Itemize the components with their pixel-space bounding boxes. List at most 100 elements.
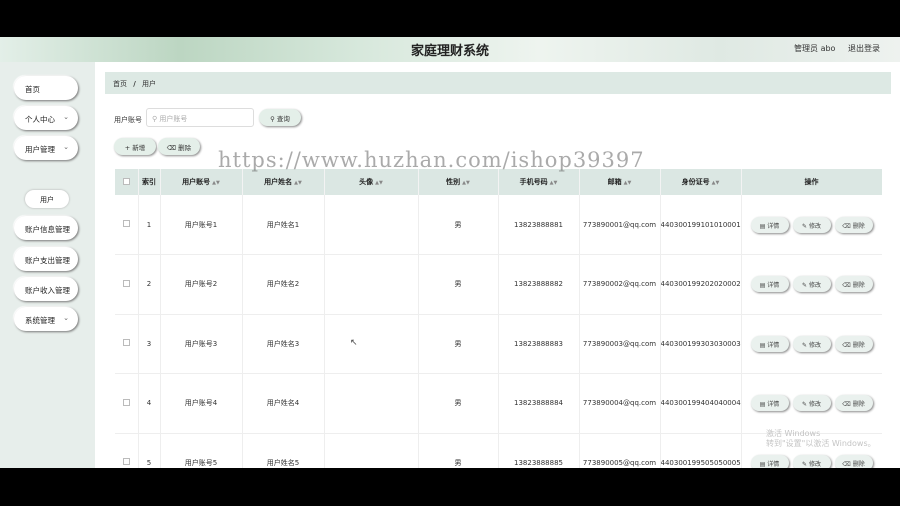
- row-checkbox[interactable]: [122, 279, 130, 287]
- cell-id-card: 440300199303030003: [660, 314, 742, 374]
- sidebar-item-label: 账户收入管理: [25, 286, 70, 295]
- detail-button[interactable]: ▤ 详情: [750, 335, 789, 352]
- edit-button[interactable]: ✎ 修改: [792, 395, 831, 412]
- breadcrumb-separator: /: [133, 80, 136, 88]
- cell-name: 用户姓名3: [242, 314, 325, 374]
- row-checkbox[interactable]: [122, 220, 130, 227]
- edit-button[interactable]: ✎ 修改: [792, 276, 831, 293]
- row-checkbox[interactable]: [122, 398, 130, 406]
- row-delete-button[interactable]: ⌫ 删除: [834, 335, 873, 352]
- search-placeholder: 用户账号: [159, 115, 188, 123]
- table-row: 3 用户账号3 用户姓名3 男 13823888883 773890003@qq.com 4…: [115, 314, 882, 374]
- column-header-phone[interactable]: 手机号码 ▲▼: [498, 169, 580, 195]
- row-delete-button[interactable]: ⌫ 删除: [834, 454, 873, 468]
- cell-avatar: [324, 433, 419, 468]
- sort-icon: ▲▼: [294, 180, 302, 186]
- edit-button-label: 修改: [808, 460, 821, 468]
- row-checkbox[interactable]: [122, 339, 130, 347]
- pencil-icon: ✎: [802, 460, 809, 468]
- app-title: 家庭理财系统: [410, 44, 489, 59]
- cell-email: 773890004@qq.com: [579, 373, 661, 434]
- cell-account: 用户账号4: [160, 373, 243, 434]
- row-checkbox-cell: [115, 314, 139, 374]
- sidebar-item-label: 首页: [25, 85, 40, 94]
- column-header-account[interactable]: 用户账号 ▲▼: [160, 169, 243, 195]
- row-checkbox-cell: [115, 433, 139, 468]
- sidebar-item-label: 用户管理: [25, 145, 55, 154]
- watermark-text: https://www.huzhan.com/ishop39397: [218, 148, 645, 172]
- sidebar-item-account-income[interactable]: 账户收入管理: [14, 277, 78, 301]
- row-delete-button[interactable]: ⌫ 删除: [834, 395, 873, 412]
- cell-name: 用户姓名1: [242, 195, 325, 255]
- breadcrumb: 首页 / 用户: [105, 72, 891, 94]
- trash-icon: ⌫: [842, 282, 853, 290]
- edit-button[interactable]: ✎ 修改: [792, 454, 831, 468]
- column-header-index[interactable]: 索引: [138, 169, 161, 195]
- cell-avatar: [324, 254, 419, 315]
- cell-actions: ▤ 详情 ✎ 修改 ⌫ 删除: [741, 314, 882, 374]
- cell-index: 2: [138, 254, 161, 315]
- select-all-cell[interactable]: [115, 169, 139, 195]
- sidebar-subitem-users[interactable]: 用户: [25, 190, 69, 208]
- column-header-gender[interactable]: 性别 ▲▼: [418, 169, 499, 195]
- detail-button-label: 详情: [767, 460, 780, 468]
- edit-button[interactable]: ✎ 修改: [792, 335, 831, 352]
- row-delete-button-label: 删除: [852, 222, 865, 230]
- row-delete-button[interactable]: ⌫ 删除: [834, 216, 873, 233]
- cell-id-card: 440300199101010001: [660, 195, 742, 255]
- column-header-avatar[interactable]: 头像 ▲▼: [324, 169, 419, 195]
- row-delete-button-label: 删除: [852, 401, 865, 409]
- detail-button-label: 详情: [767, 222, 780, 230]
- table-row: 1 用户账号1 用户姓名1 男 13823888881 773890001@qq.com 4…: [115, 195, 882, 255]
- search-input[interactable]: ⚲ 用户账号: [146, 108, 254, 127]
- cell-phone: 13823888883: [498, 314, 580, 374]
- cell-name: 用户姓名4: [242, 373, 325, 434]
- column-header-email[interactable]: 邮箱 ▲▼: [579, 169, 661, 195]
- chevron-down-icon: ⌄: [63, 113, 69, 121]
- sidebar-item-label: 账户支出管理: [25, 256, 70, 265]
- cell-account: 用户账号2: [160, 254, 243, 315]
- delete-button[interactable]: ⌫ 删除: [158, 138, 200, 155]
- cell-email: 773890005@qq.com: [579, 433, 661, 468]
- sidebar-item-system[interactable]: 系统管理 ⌄: [14, 307, 78, 331]
- row-checkbox[interactable]: [122, 458, 130, 466]
- breadcrumb-home[interactable]: 首页: [113, 80, 127, 88]
- mouse-cursor-icon: ↖: [350, 338, 358, 348]
- sidebar-item-home[interactable]: 首页: [14, 76, 78, 100]
- sidebar-item-user-management[interactable]: 用户管理 ⌄: [14, 136, 78, 160]
- cell-index: 4: [138, 373, 161, 434]
- cell-actions: ▤ 详情 ✎ 修改 ⌫ 删除: [741, 254, 882, 315]
- cell-account: 用户账号1: [160, 195, 243, 255]
- row-checkbox-cell: [115, 254, 139, 315]
- column-header-id-card[interactable]: 身份证号 ▲▼: [660, 169, 742, 195]
- cell-avatar: [324, 373, 419, 434]
- logout-link[interactable]: 退出登录: [848, 44, 880, 53]
- trash-icon: ⌫: [842, 222, 853, 230]
- detail-button[interactable]: ▤ 详情: [750, 276, 789, 293]
- detail-button[interactable]: ▤ 详情: [750, 454, 789, 468]
- edit-button[interactable]: ✎ 修改: [792, 216, 831, 233]
- cell-phone: 13823888881: [498, 195, 580, 255]
- table-row: 4 用户账号4 用户姓名4 男 13823888884 773890004@qq.com 4…: [115, 373, 882, 434]
- sort-icon: ▲▼: [711, 180, 720, 186]
- cell-email: 773890001@qq.com: [579, 195, 661, 255]
- cell-email: 773890003@qq.com: [579, 314, 661, 374]
- sidebar-item-account-info[interactable]: 账户信息管理: [14, 216, 78, 240]
- row-delete-button[interactable]: ⌫ 删除: [834, 276, 873, 293]
- sidebar-item-personal-center[interactable]: 个人中心 ⌄: [14, 106, 78, 130]
- row-checkbox-cell: [115, 373, 139, 434]
- sidebar-item-account-expense[interactable]: 账户支出管理: [14, 247, 78, 271]
- detail-button[interactable]: ▤ 详情: [750, 395, 789, 412]
- cell-gender: 男: [418, 254, 499, 315]
- row-delete-button-label: 删除: [852, 282, 865, 290]
- select-all-checkbox[interactable]: [122, 177, 130, 185]
- trash-icon: ⌫: [842, 401, 853, 409]
- plus-icon: +: [124, 144, 131, 152]
- add-button[interactable]: + 新增: [114, 138, 156, 155]
- add-button-label: 新增: [132, 144, 146, 152]
- column-header-name[interactable]: 用户姓名 ▲▼: [242, 169, 325, 195]
- search-button[interactable]: ⚲ 查询: [259, 109, 301, 126]
- delete-button-label: 删除: [178, 144, 192, 152]
- edit-button-label: 修改: [808, 282, 821, 290]
- detail-button[interactable]: ▤ 详情: [750, 216, 789, 233]
